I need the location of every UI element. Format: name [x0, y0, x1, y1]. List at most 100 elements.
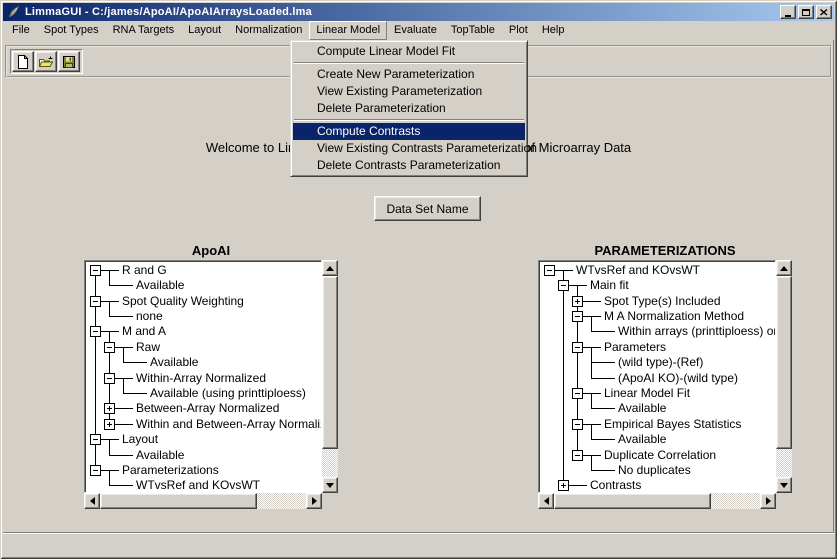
tree-label-no-duplicates[interactable]: No duplicates	[618, 463, 691, 477]
menu-item-create-new-parameterization[interactable]: Create New Parameterization	[293, 66, 525, 83]
tree-label-contrasts[interactable]: Contrasts	[590, 478, 641, 492]
tree-collapse-box[interactable]	[572, 342, 583, 353]
tree-collapse-box[interactable]	[558, 280, 569, 291]
tree-line	[109, 470, 110, 478]
scrollbar-thumb[interactable]	[322, 276, 338, 449]
save-file-button[interactable]	[58, 51, 80, 72]
scrollbar-track[interactable]	[322, 276, 338, 477]
tree-label-linear-model-fit[interactable]: Linear Model Fit	[604, 386, 690, 400]
tree-collapse-box[interactable]	[572, 311, 583, 322]
tree-expand-box[interactable]	[104, 403, 115, 414]
tree-expand-box[interactable]	[104, 419, 115, 430]
tree-row: Available (using printtiploess)	[86, 385, 321, 400]
tree-label-wtvsref-and-kovswt[interactable]: WTvsRef and KOvsWT	[136, 478, 260, 492]
data-set-name-button[interactable]: Data Set Name	[374, 196, 481, 221]
tree-label-none[interactable]: none	[136, 309, 163, 323]
open-file-button[interactable]	[35, 51, 57, 72]
tree-label-empirical-bayes-statistics[interactable]: Empirical Bayes Statistics	[604, 417, 741, 431]
scroll-left-button[interactable]	[84, 493, 100, 509]
menu-item-view-existing-parameterization[interactable]: View Existing Parameterization	[293, 83, 525, 100]
scrollbar-track[interactable]	[554, 493, 760, 509]
scroll-down-button[interactable]	[322, 477, 338, 493]
minimize-button[interactable]	[780, 5, 796, 19]
scrollbar-thumb[interactable]	[100, 493, 257, 509]
menubar-item-help[interactable]: Help	[535, 21, 572, 40]
tree-label-parameters[interactable]: Parameters	[604, 340, 666, 354]
tree-label-parameterizations[interactable]: Parameterizations	[122, 463, 219, 477]
tree-label-r-and-g[interactable]: R and G	[122, 263, 167, 277]
tree-label-wild-type-ref[interactable]: (wild type)-(Ref)	[618, 355, 703, 369]
tree-label-within-array-normalized[interactable]: Within-Array Normalized	[136, 371, 266, 385]
tree-label-available[interactable]: Available	[618, 432, 666, 446]
tree-label-between-array-normalized[interactable]: Between-Array Normalized	[136, 401, 279, 415]
scroll-up-button[interactable]	[322, 260, 338, 276]
menubar-item-plot[interactable]: Plot	[502, 21, 535, 40]
menu-item-view-existing-contrasts-parameterization[interactable]: View Existing Contrasts Parameterization	[293, 140, 525, 157]
scrollbar-track[interactable]	[776, 276, 792, 477]
tree-label-available[interactable]: Available	[150, 355, 198, 369]
tree-collapse-box[interactable]	[90, 265, 101, 276]
menubar-item-linear-model[interactable]: Linear Model	[309, 21, 387, 40]
tree-collapse-box[interactable]	[544, 265, 555, 276]
menubar-item-layout[interactable]: Layout	[181, 21, 228, 40]
menubar-item-toptable[interactable]: TopTable	[444, 21, 502, 40]
tree-collapse-box[interactable]	[572, 419, 583, 430]
tree-line	[591, 462, 592, 470]
menubar-item-rna-targets[interactable]: RNA Targets	[106, 21, 182, 40]
tree-label-m-a-normalization-method[interactable]: M A Normalization Method	[604, 309, 744, 323]
tree-collapse-box[interactable]	[90, 326, 101, 337]
tree-collapse-box[interactable]	[572, 450, 583, 461]
minus-icon	[107, 378, 112, 379]
menubar-item-spot-types[interactable]: Spot Types	[37, 21, 106, 40]
scrollbar-track[interactable]	[100, 493, 306, 509]
tree-label-spot-type-s-included[interactable]: Spot Type(s) Included	[604, 294, 721, 308]
tree-line	[95, 277, 96, 292]
tree-collapse-box[interactable]	[90, 465, 101, 476]
tree-collapse-box[interactable]	[104, 373, 115, 384]
menu-item-delete-contrasts-parameterization[interactable]: Delete Contrasts Parameterization	[293, 157, 525, 174]
tree-label-raw[interactable]: Raw	[136, 340, 160, 354]
tree-label-available-using-printtiploess[interactable]: Available (using printtiploess)	[150, 386, 306, 400]
tree-expand-box[interactable]	[572, 296, 583, 307]
scrollbar-thumb[interactable]	[776, 276, 792, 449]
tree-label-main-fit[interactable]: Main fit	[590, 278, 629, 292]
scrollbar-thumb[interactable]	[554, 493, 711, 509]
tree-label-apoai-ko-wild-type[interactable]: (ApoAI KO)-(wild type)	[618, 371, 738, 385]
tree-label-layout[interactable]: Layout	[122, 432, 158, 446]
titlebar[interactable]: LimmaGUI - C:/james/ApoAI/ApoAIArraysLoa…	[3, 3, 834, 21]
tree-collapse-box[interactable]	[104, 342, 115, 353]
tree-line	[563, 462, 564, 477]
tree-label-m-and-a[interactable]: M and A	[122, 324, 166, 338]
scroll-left-button[interactable]	[538, 493, 554, 509]
tree-collapse-box[interactable]	[90, 296, 101, 307]
menubar-item-normalization[interactable]: Normalization	[228, 21, 309, 40]
scroll-up-button[interactable]	[776, 260, 792, 276]
tree-collapse-box[interactable]	[90, 434, 101, 445]
menubar-item-file[interactable]: File	[5, 21, 37, 40]
scroll-right-button[interactable]	[760, 493, 776, 509]
menu-item-delete-parameterization[interactable]: Delete Parameterization	[293, 100, 525, 117]
tree-label-within-and-between-array-normalized[interactable]: Within and Between-Array Normalized	[136, 417, 322, 431]
tree-expand-box[interactable]	[558, 480, 569, 491]
tree-label-duplicate-correlation[interactable]: Duplicate Correlation	[604, 448, 716, 462]
close-button[interactable]	[816, 5, 832, 19]
new-file-button[interactable]	[12, 51, 34, 72]
tree-label-within-arrays-printtiploess-only[interactable]: Within arrays (printtiploess) only	[618, 324, 776, 338]
horizontal-scrollbar[interactable]	[84, 493, 322, 509]
tree-label-available[interactable]: Available	[136, 448, 184, 462]
tree-label-spot-quality-weighting[interactable]: Spot Quality Weighting	[122, 294, 244, 308]
horizontal-scrollbar[interactable]	[538, 493, 776, 509]
maximize-button[interactable]	[798, 5, 814, 19]
scroll-down-button[interactable]	[776, 477, 792, 493]
tree-label-wtvsref-and-kovswt[interactable]: WTvsRef and KOvsWT	[576, 263, 700, 277]
vertical-scrollbar[interactable]	[776, 260, 792, 493]
tree-row: Between-Array Normalized	[86, 401, 321, 416]
menu-item-compute-linear-model-fit[interactable]: Compute Linear Model Fit	[293, 43, 525, 60]
menu-item-compute-contrasts[interactable]: Compute Contrasts	[293, 123, 525, 140]
tree-collapse-box[interactable]	[572, 388, 583, 399]
tree-label-available[interactable]: Available	[618, 401, 666, 415]
tree-label-available[interactable]: Available	[136, 278, 184, 292]
scroll-right-button[interactable]	[306, 493, 322, 509]
menubar-item-evaluate[interactable]: Evaluate	[387, 21, 444, 40]
vertical-scrollbar[interactable]	[322, 260, 338, 493]
